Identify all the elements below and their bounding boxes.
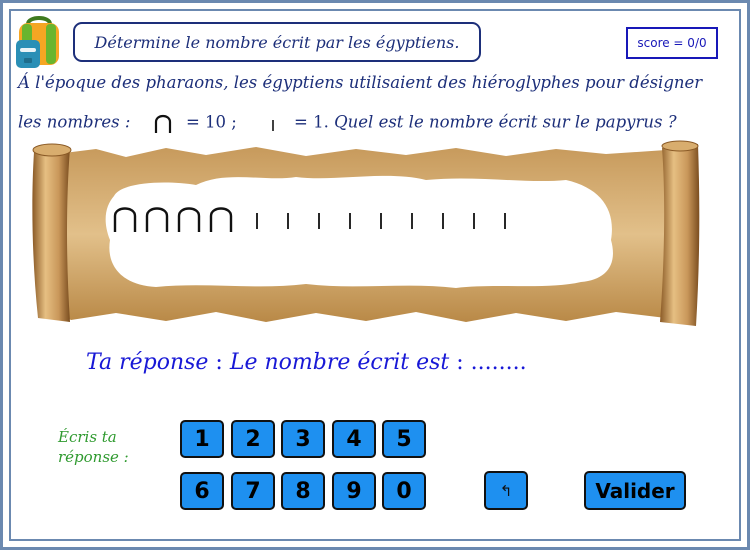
hieroglyph-one-icon <box>380 213 382 229</box>
answer-label: Ta réponse <box>86 350 209 375</box>
keypad-prompt: Écris ta réponse : <box>58 427 148 467</box>
key-0[interactable]: 0 <box>382 472 426 510</box>
intro-line-1: Á l'époque des pharaons, les égyptiens u… <box>18 73 703 92</box>
papyrus-scroll <box>32 140 700 326</box>
key-4[interactable]: 4 <box>332 420 376 458</box>
papyrus-hieroglyphs <box>110 201 531 233</box>
key-1[interactable]: 1 <box>180 420 224 458</box>
hieroglyph-one-icon <box>256 213 258 229</box>
ten-value-label: = 10 ; <box>185 112 237 132</box>
hieroglyph-one-icon <box>318 213 320 229</box>
keypad-prompt-line-2: réponse : <box>58 448 129 466</box>
submit-button[interactable]: Valider <box>584 471 686 510</box>
intro-prefix: les nombres : <box>18 112 131 132</box>
one-value-label: = 1. <box>294 112 329 132</box>
hieroglyph-one-icon <box>442 213 444 229</box>
key-5[interactable]: 5 <box>382 420 426 458</box>
hieroglyph-one-icon <box>272 120 275 131</box>
key-2[interactable]: 2 <box>231 420 275 458</box>
key-9[interactable]: 9 <box>332 472 376 510</box>
key-8[interactable]: 8 <box>281 472 325 510</box>
hieroglyph-ten-icon <box>177 207 201 232</box>
keypad-prompt-line-1: Écris ta <box>58 428 117 446</box>
answer-value: ........ <box>470 350 527 375</box>
backpack-icon <box>16 16 59 68</box>
key-6[interactable]: 6 <box>180 472 224 510</box>
intro-line-2: les nombres : = 10 ; = 1. Quel est le no… <box>18 111 677 135</box>
hieroglyph-ten-icon <box>113 207 137 232</box>
answer-sentence: Le nombre écrit est <box>229 350 450 375</box>
hieroglyph-ten-icon <box>209 207 233 232</box>
hieroglyph-one-icon <box>287 213 289 229</box>
answer-separator-2: : <box>456 350 464 375</box>
backspace-button[interactable]: ↰ <box>484 471 528 510</box>
question-text: Quel est le nombre écrit sur le papyrus … <box>334 112 677 132</box>
hieroglyph-one-icon <box>411 213 413 229</box>
key-7[interactable]: 7 <box>231 472 275 510</box>
answer-line: Ta réponse : Le nombre écrit est : .....… <box>86 350 527 375</box>
hieroglyph-one-icon <box>473 213 475 229</box>
backspace-icon: ↰ <box>499 481 513 500</box>
hieroglyph-one-icon <box>504 213 506 229</box>
hieroglyph-ten-icon <box>145 207 169 232</box>
hieroglyph-one-icon <box>349 213 351 229</box>
answer-separator: : <box>215 350 223 375</box>
hieroglyph-ten-icon <box>155 114 172 133</box>
key-3[interactable]: 3 <box>281 420 325 458</box>
score-display: score = 0/0 <box>626 27 718 59</box>
instruction-title: Détermine le nombre écrit par les égypti… <box>73 22 481 62</box>
